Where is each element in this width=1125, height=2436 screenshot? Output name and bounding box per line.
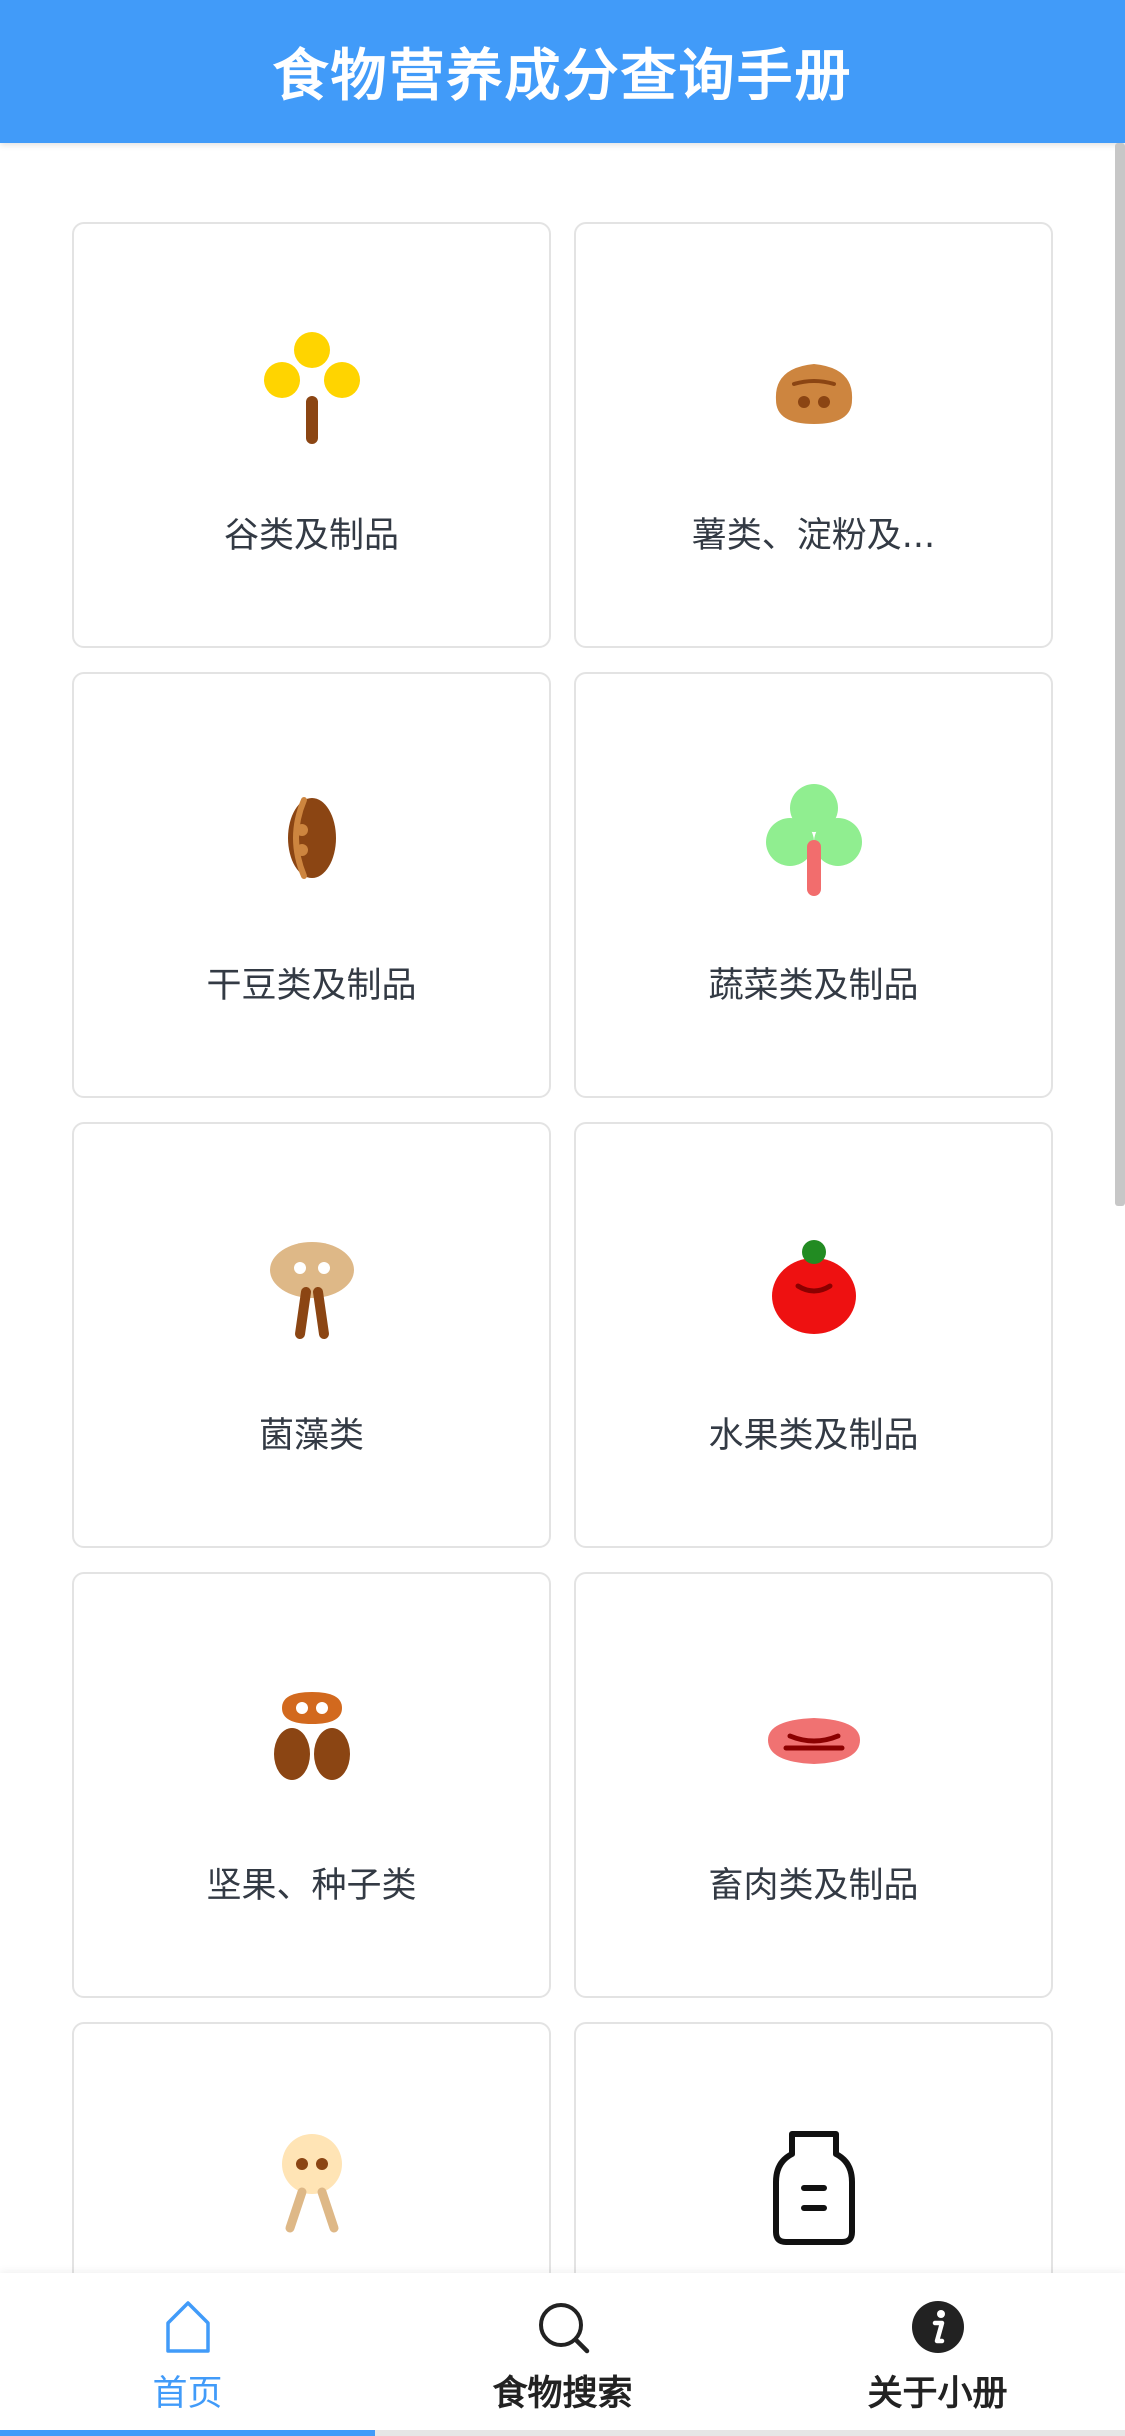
mushroom-icon (252, 1228, 372, 1348)
category-card-fruit[interactable]: 水果类及制品 (574, 1122, 1053, 1548)
tab-label: 食物搜索 (492, 2374, 633, 2414)
meat-icon (754, 1678, 874, 1798)
tab-home[interactable]: 首页 (0, 2273, 375, 2436)
category-card-grain[interactable]: 谷类及制品 (72, 222, 551, 648)
category-label: 菌藻类 (258, 1416, 364, 1456)
category-label: 畜肉类及制品 (708, 1866, 919, 1906)
tab-about[interactable]: 关于小册 (750, 2273, 1125, 2436)
potato-icon (754, 328, 874, 448)
scrollbar[interactable] (1115, 143, 1125, 1206)
milk-bottle-icon (754, 2128, 874, 2248)
category-label: 谷类及制品 (223, 516, 399, 556)
tab-label: 关于小册 (867, 2374, 1008, 2414)
tab-bar: 首页 食物搜索 关于小册 (0, 2273, 1125, 2436)
tab-food-search[interactable]: 食物搜索 (375, 2273, 750, 2436)
poultry-icon (252, 2128, 372, 2248)
category-label: 水果类及制品 (708, 1416, 919, 1456)
category-label: 薯类、淀粉及... (691, 516, 936, 556)
active-tab-indicator (0, 2430, 375, 2436)
vegetable-icon (754, 778, 874, 898)
tab-label: 首页 (152, 2374, 223, 2414)
category-label: 干豆类及制品 (206, 966, 417, 1006)
search-icon (533, 2297, 593, 2357)
category-grid: 谷类及制品 薯类、淀粉及... 干豆类及制品 蔬菜类及制品 菌藻类 水果类及制品… (72, 222, 1053, 2436)
category-card-vegetable[interactable]: 蔬菜类及制品 (574, 672, 1053, 1098)
home-icon (158, 2297, 218, 2357)
category-card-meat[interactable]: 畜肉类及制品 (574, 1572, 1053, 1998)
category-card-bean[interactable]: 干豆类及制品 (72, 672, 551, 1098)
bean-icon (252, 778, 372, 898)
grain-icon (252, 328, 372, 448)
category-card-nut[interactable]: 坚果、种子类 (72, 1572, 551, 1998)
category-card-mushroom[interactable]: 菌藻类 (72, 1122, 551, 1548)
nut-icon (252, 1678, 372, 1798)
category-label: 坚果、种子类 (206, 1866, 417, 1906)
category-card-potato[interactable]: 薯类、淀粉及... (574, 222, 1053, 648)
info-icon (908, 2297, 968, 2357)
screen: 食物营养成分查询手册 谷类及制品 薯类、淀粉及... 干豆类及制品 蔬菜类及制品… (0, 0, 1125, 2436)
tomato-icon (754, 1228, 874, 1348)
page-title: 食物营养成分查询手册 (272, 44, 853, 109)
app-header: 食物营养成分查询手册 (0, 0, 1125, 143)
category-label: 蔬菜类及制品 (708, 966, 919, 1006)
